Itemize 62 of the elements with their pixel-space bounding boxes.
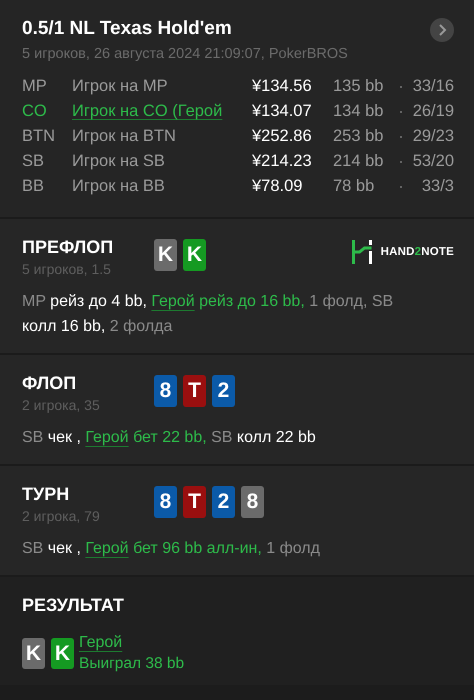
result-title: РЕЗУЛЬТАТ (22, 595, 125, 616)
player-link[interactable]: Игрок на CO (Герой (72, 102, 252, 121)
player-stack: ¥78.09 (252, 177, 304, 196)
player-position: BB (22, 177, 46, 196)
street-info: 2 игрока, 35 (22, 397, 101, 413)
playing-card: K (22, 638, 45, 669)
action-line: SB чек , Герой бет 22 bb, SB колл 22 bb (22, 428, 317, 448)
street-info: 5 игроков, 1.5 (22, 261, 112, 277)
player-name: Игрок на MP (72, 77, 169, 96)
winner-link[interactable]: Герой (79, 634, 122, 652)
separator-dot (400, 136, 402, 138)
playing-card: 2 (212, 375, 235, 407)
player-bb: 253 bb (333, 127, 384, 146)
playing-card: K (154, 239, 177, 271)
player-position: CO (22, 102, 48, 121)
chevron-right-icon (437, 24, 447, 36)
separator-dot (400, 110, 402, 112)
logo-text: HAND2NOTE (380, 246, 454, 258)
player-stats: 29/23 (412, 127, 454, 146)
action-line: MP рейз до 4 bb, Герой рейз до 16 bb, 1 фолд, SB колл 16 bb, 2 фолда (22, 292, 394, 337)
street-title: ПРЕФЛОП (22, 237, 114, 258)
player-bb: 78 bb (333, 177, 376, 196)
playing-card: K (183, 239, 206, 271)
player-bb: 214 bb (333, 152, 384, 171)
playing-card: K (51, 638, 74, 669)
player-stats: 53/20 (412, 152, 454, 171)
street-title: ФЛОП (22, 373, 78, 394)
separator-dot (400, 86, 402, 88)
player-stats: 33/3 (420, 177, 454, 196)
player-bb: 134 bb (333, 102, 384, 121)
separator-dot (400, 160, 402, 162)
hero-link[interactable]: Герой (85, 429, 129, 446)
player-name: Игрок на SB (72, 152, 166, 171)
player-bb: 135 bb (333, 77, 384, 96)
result-amount: Выиграл 38 bb (79, 655, 184, 673)
hand-info: 5 игроков, 26 августа 2024 21:09:07, PokerBROS (22, 46, 348, 62)
playing-card: 8 (154, 375, 177, 407)
playing-card: 8 (241, 486, 264, 518)
separator-dot (400, 186, 402, 188)
player-name: Игрок на BTN (72, 127, 177, 146)
action-line: SB чек , Герой бет 96 bb алл-ин, 1 фолд (22, 539, 321, 559)
player-stack: ¥134.56 (252, 77, 313, 96)
player-position: BTN (22, 127, 56, 146)
player-stack: ¥134.07 (252, 102, 313, 121)
player-stack: ¥214.23 (252, 152, 313, 171)
street-info: 2 игрока, 79 (22, 508, 101, 524)
hero-link[interactable]: Герой (85, 540, 129, 557)
player-stats: 33/16 (412, 77, 454, 96)
playing-card: 2 (212, 486, 235, 518)
player-position: MP (22, 77, 48, 96)
hero-link[interactable]: Герой (151, 293, 195, 310)
hand-title: 0.5/1 NL Texas Hold'em (22, 18, 233, 40)
playing-card: T (183, 375, 206, 407)
player-name: Игрок на BB (72, 177, 166, 196)
player-stats: 26/19 (412, 102, 454, 121)
player-stack: ¥252.86 (252, 127, 313, 146)
player-position: SB (22, 152, 46, 171)
logo-icon (350, 239, 373, 265)
playing-card: 8 (154, 486, 177, 518)
street-title: ТУРН (22, 484, 70, 505)
playing-card: T (183, 486, 206, 518)
next-button[interactable] (430, 18, 454, 42)
